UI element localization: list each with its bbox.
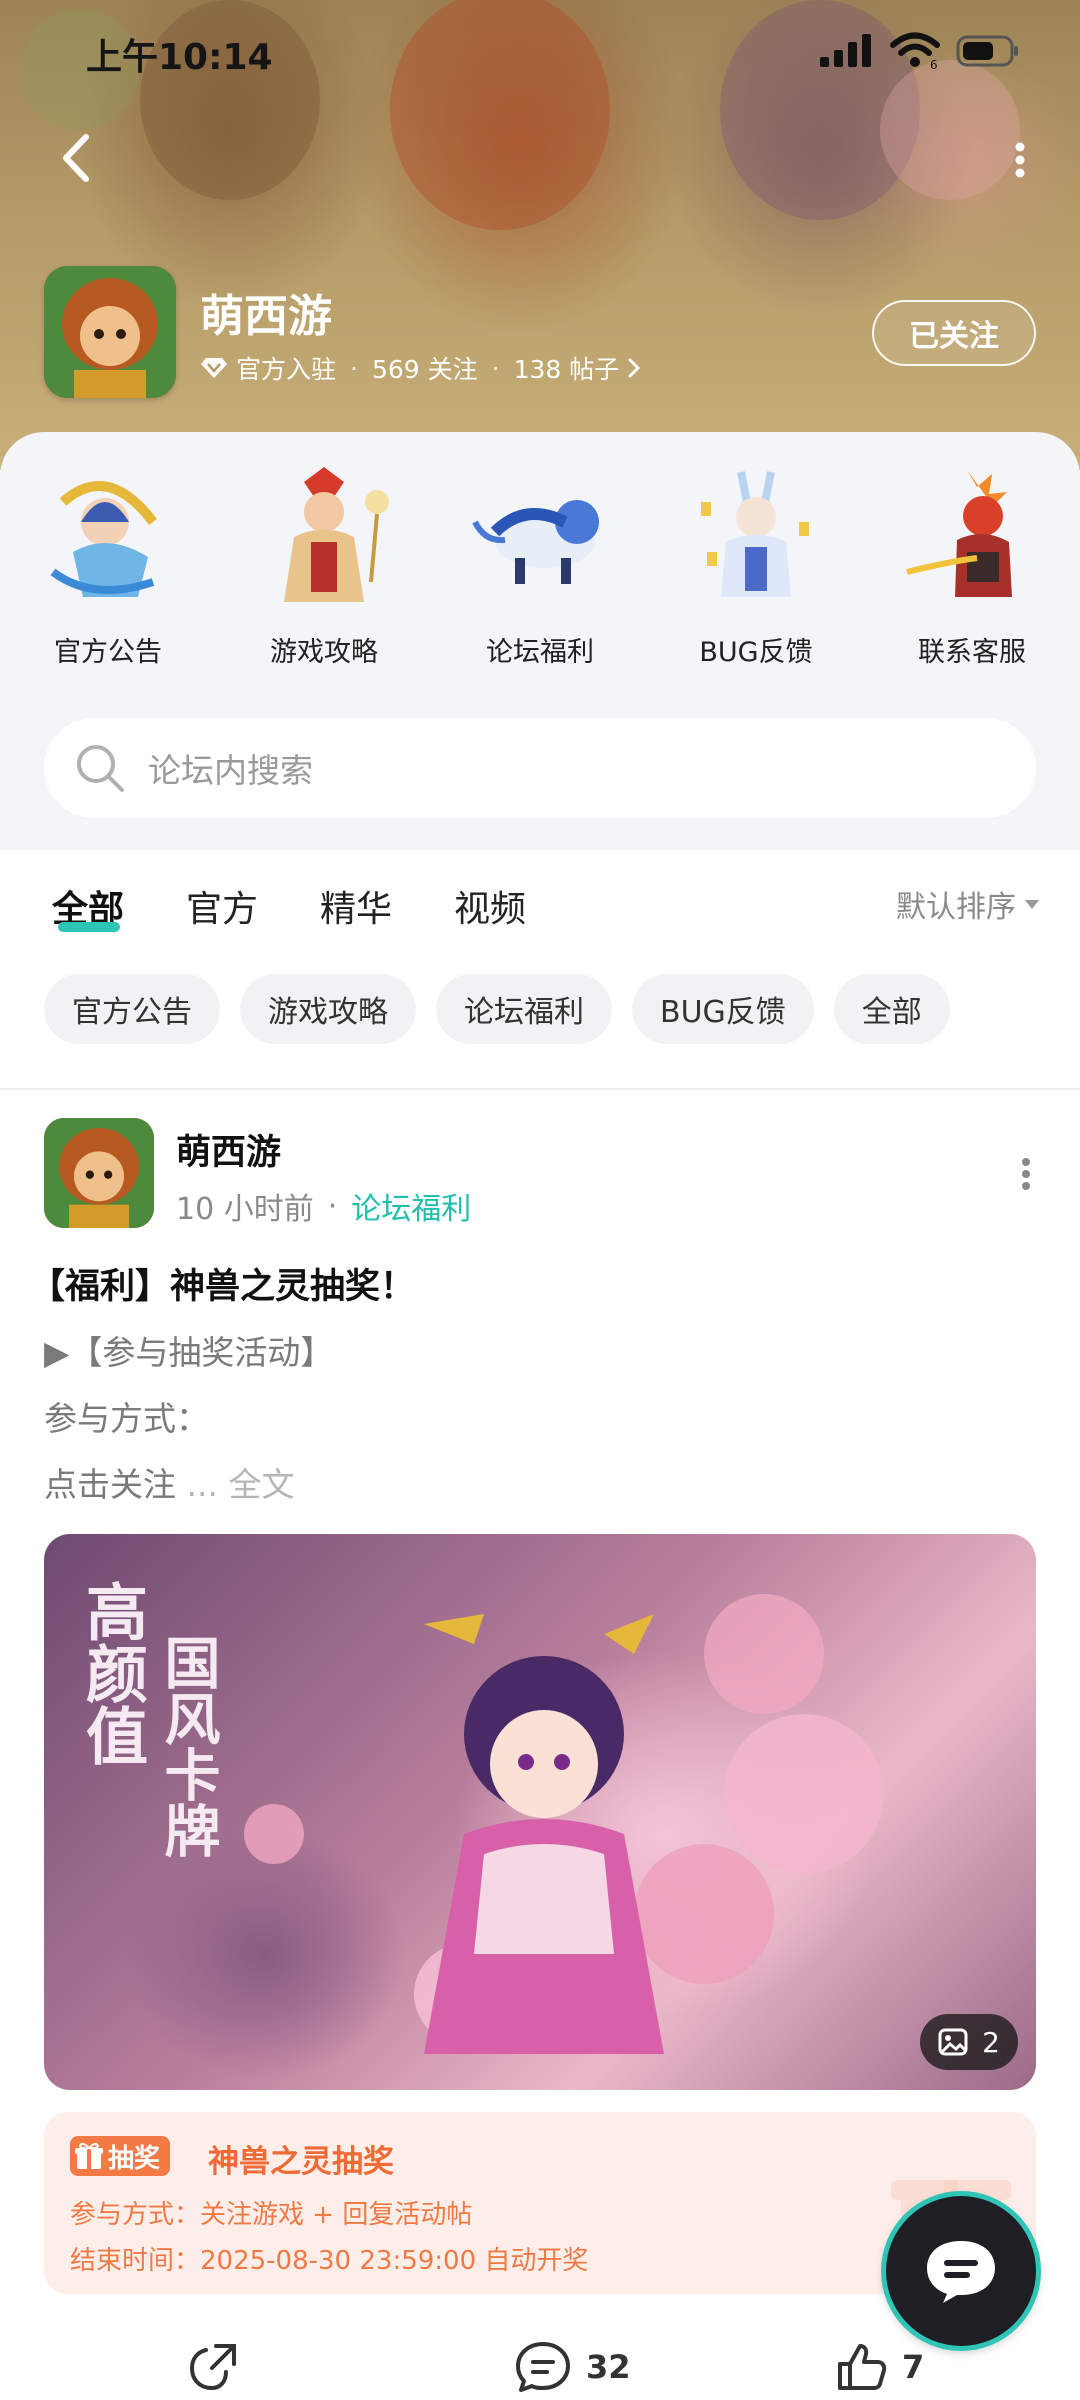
image-gallery-icon — [938, 2028, 968, 2056]
share-button[interactable] — [186, 2340, 240, 2394]
chip-all[interactable]: 全部 — [833, 974, 950, 1044]
chip-official-announcement[interactable]: 官方公告 — [44, 974, 220, 1044]
image-count-badge: 2 — [920, 2014, 1018, 2070]
category-game-guide[interactable]: 游戏攻略 — [216, 462, 432, 669]
guide-character-icon — [284, 467, 389, 602]
post-category-link[interactable]: 论坛福利 — [351, 1184, 471, 1228]
lottery-tag: 抽奖 — [70, 2136, 171, 2176]
post-author-avatar[interactable] — [44, 1118, 154, 1228]
category-panel: 官方公告 游戏攻略 论坛福利 BUG反馈 联系客服 论坛内搜索 — [0, 432, 1080, 850]
cellular-signal-icon — [820, 34, 871, 67]
comment-icon — [516, 2342, 570, 2392]
chat-bubble-icon — [927, 2241, 995, 2303]
posts-count[interactable]: 138 帖子 — [514, 350, 620, 386]
like-count: 7 — [902, 2348, 925, 2386]
active-tab-indicator — [58, 922, 120, 932]
caret-down-icon — [1025, 900, 1039, 909]
comment-count: 32 — [586, 2348, 631, 2386]
post-body-text: 点击关注 — [44, 1465, 176, 1504]
followers-count[interactable]: 569 关注 — [372, 350, 478, 386]
tab-featured[interactable]: 精华 — [320, 880, 392, 932]
game-icon[interactable] — [44, 266, 176, 398]
category-bug-feedback[interactable]: BUG反馈 — [648, 462, 864, 669]
verified-diamond-icon — [201, 358, 227, 378]
wifi-icon: 6 — [890, 32, 940, 70]
more-vertical-icon — [1015, 142, 1025, 178]
image-slogan-1-text: 高颜值 — [75, 1580, 148, 1766]
post-body-line: 参与方式： — [44, 1399, 209, 1438]
welfare-beast-icon — [472, 500, 599, 584]
meta-separator: · — [491, 353, 500, 383]
more-options-button[interactable] — [1000, 130, 1040, 190]
post-author-name[interactable]: 萌西游 — [176, 1124, 281, 1175]
image-slogan-2-text: 国风卡牌 — [155, 1634, 221, 1858]
lottery-title: 神兽之灵抽奖 — [208, 2144, 394, 2180]
follow-button[interactable]: 已关注 — [872, 300, 1036, 366]
thumbs-up-icon — [838, 2344, 887, 2390]
section-divider — [0, 1088, 1080, 1090]
post-body-line: ▶【参与抽奖活动】 — [44, 1333, 334, 1372]
sort-label: 默认排序 — [896, 890, 1016, 925]
image-count: 2 — [982, 2025, 1000, 2059]
category-row: 官方公告 游戏攻略 论坛福利 BUG反馈 联系客服 — [0, 462, 1080, 669]
lottery-method: 参与方式：关注游戏 + 回复活动帖 — [70, 2200, 473, 2230]
post-title[interactable]: 【福利】神兽之灵抽奖！ — [30, 1258, 415, 1309]
meta-separator: · — [327, 1188, 338, 1224]
status-time: 上午10:14 — [86, 37, 273, 78]
category-label: 官方公告 — [54, 637, 162, 668]
category-label: 游戏攻略 — [270, 637, 378, 668]
signal-label: 6 — [930, 58, 938, 70]
category-forum-welfare[interactable]: 论坛福利 — [432, 462, 648, 669]
tab-official[interactable]: 官方 — [186, 880, 258, 932]
post-body-last-line: 点击关注 ... 全文 — [44, 1458, 294, 1506]
back-button[interactable] — [46, 128, 106, 188]
category-label: BUG反馈 — [699, 637, 813, 668]
announcement-character-icon — [50, 481, 157, 597]
subcategory-chips: 官方公告 游戏攻略 论坛福利 BUG反馈 全部 — [44, 974, 950, 1044]
lottery-tag-label: 抽奖 — [108, 2143, 161, 2174]
official-badge: 官方入驻 — [236, 355, 337, 384]
status-icons: 6 — [818, 32, 1020, 70]
author-avatar-image — [44, 1118, 154, 1228]
forum-search-input[interactable]: 论坛内搜索 — [44, 718, 1036, 818]
lottery-end-time: 结束时间：2025-08-30 23:59:00 自动开奖 — [70, 2246, 589, 2276]
search-placeholder: 论坛内搜索 — [148, 751, 313, 790]
post-filter-tabs: 全部 官方 精华 视频 默认排序 — [0, 850, 1080, 950]
read-more-link[interactable]: ... 全文 — [187, 1465, 295, 1504]
post-more-options-icon[interactable] — [1016, 1154, 1036, 1194]
post-action-bar: 32 7 — [0, 2320, 1080, 2400]
meta-separator: · — [350, 353, 358, 383]
post-time: 10 小时前 — [176, 1192, 314, 1227]
comment-button[interactable]: 32 — [514, 2340, 631, 2394]
chip-bug-feedback[interactable]: BUG反馈 — [632, 974, 814, 1044]
chevron-left-icon — [63, 134, 89, 182]
sort-dropdown[interactable]: 默认排序 — [896, 882, 1040, 926]
status-bar: 上午10:14 6 — [0, 0, 1080, 104]
game-character-image — [44, 266, 176, 398]
forum-header-banner: 上午10:14 6 萌西游 官方入驻 · 569 关注 · 138 帖子 已关注 — [0, 0, 1080, 470]
category-customer-service[interactable]: 联系客服 — [864, 462, 1080, 669]
chip-game-guide[interactable]: 游戏攻略 — [240, 974, 416, 1044]
search-icon — [77, 745, 124, 792]
post-image[interactable]: 高颜值 国风卡牌 2 — [44, 1534, 1036, 2090]
customer-service-character-icon — [906, 470, 1012, 597]
gift-icon — [75, 2142, 103, 2169]
share-icon — [189, 2344, 236, 2391]
category-label: 联系客服 — [918, 637, 1026, 668]
chevron-right-icon — [628, 358, 641, 378]
category-label: 论坛福利 — [486, 637, 594, 668]
like-button[interactable]: 7 — [834, 2340, 924, 2394]
chip-forum-welfare[interactable]: 论坛福利 — [436, 974, 612, 1044]
bug-feedback-character-icon — [701, 471, 809, 597]
tab-video[interactable]: 视频 — [454, 880, 526, 932]
category-official-announcement[interactable]: 官方公告 — [0, 462, 216, 669]
game-title: 萌西游 — [200, 291, 332, 342]
post-meta: 10 小时前 · 论坛福利 — [176, 1184, 471, 1228]
battery-icon — [956, 35, 1018, 67]
game-meta: 官方入驻 · 569 关注 · 138 帖子 — [200, 350, 641, 386]
